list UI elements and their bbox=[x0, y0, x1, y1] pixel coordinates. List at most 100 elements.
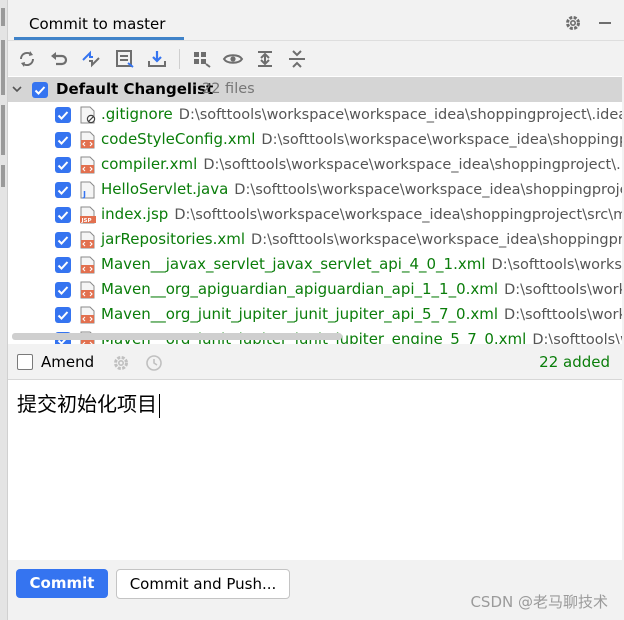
text-caret bbox=[159, 393, 160, 418]
file-name-text: jarRepositories.xml bbox=[101, 230, 246, 248]
file-row[interactable]: J HelloServlet.java D:\softtools\workspac… bbox=[8, 177, 622, 202]
file-row[interactable]: compiler.xml D:\softtools\workspace\works… bbox=[8, 152, 622, 177]
changelist-checkbox[interactable] bbox=[32, 82, 48, 98]
tab-underline bbox=[14, 37, 184, 40]
file-checkbox[interactable] bbox=[55, 132, 71, 148]
changelist-name: Default Changelist bbox=[56, 80, 214, 98]
file-checkbox[interactable] bbox=[55, 182, 71, 198]
minimize-icon[interactable] bbox=[596, 14, 614, 32]
file-path: D:\softtools\workspace\workspace_idea\sh… bbox=[178, 107, 622, 123]
file-name: compiler.xml D:\softtools\workspace\works… bbox=[101, 155, 622, 173]
xml-file-icon bbox=[80, 156, 96, 174]
file-row[interactable]: Maven__javax_servlet_javax_servlet_api_4… bbox=[8, 252, 622, 277]
collapse-all-icon[interactable] bbox=[286, 48, 308, 70]
file-checkbox[interactable] bbox=[55, 232, 71, 248]
file-path: D:\softtools\workspace\workspace_idea\sh… bbox=[234, 182, 622, 198]
commit-toolbar bbox=[8, 43, 624, 75]
show-diff-icon[interactable] bbox=[80, 48, 102, 70]
file-name-text: HelloServlet.java bbox=[101, 180, 229, 198]
file-name: Maven__javax_servlet_javax_servlet_api_4… bbox=[101, 255, 622, 273]
watermark: CSDN @老马聊技术 bbox=[470, 593, 608, 611]
changes-tree[interactable]: Default Changelist 22 files .gitignore D:… bbox=[8, 76, 622, 344]
file-name-text: Maven__org_apiguardian_apiguardian_api_1… bbox=[101, 280, 499, 298]
file-row[interactable]: Maven__org_apiguardian_apiguardian_api_1… bbox=[8, 277, 622, 302]
svg-text:J: J bbox=[82, 190, 86, 199]
file-row[interactable]: Maven__org_junit_jupiter_junit_jupiter_a… bbox=[8, 302, 622, 327]
history-clock-icon[interactable] bbox=[145, 354, 163, 376]
commit-message-editor[interactable]: 提交初始化项目 bbox=[8, 380, 622, 560]
expand-all-icon[interactable] bbox=[254, 48, 276, 70]
ignored-file-icon bbox=[80, 106, 96, 124]
file-checkbox[interactable] bbox=[55, 157, 71, 173]
amend-label[interactable]: Amend bbox=[41, 353, 94, 371]
tab-commit-to-master[interactable]: Commit to master bbox=[14, 6, 184, 40]
rollback-icon[interactable] bbox=[48, 48, 70, 70]
file-path: D:\softtools\workspace\workspace_idea bbox=[504, 282, 622, 298]
shelve-icon[interactable] bbox=[146, 48, 168, 70]
jsp-file-icon: JSP bbox=[80, 206, 96, 224]
settings-gear-icon[interactable] bbox=[112, 354, 130, 376]
tool-window-marker bbox=[1, 40, 5, 95]
eye-icon[interactable] bbox=[222, 48, 244, 70]
commit-message-value: 提交初始化项目 bbox=[17, 392, 157, 416]
changelist-icon[interactable] bbox=[114, 48, 136, 70]
commit-message-text[interactable]: 提交初始化项目 bbox=[17, 388, 160, 418]
file-path: D:\softtools\workspace\workspace_idea\sh… bbox=[203, 157, 622, 173]
file-row[interactable]: JSP index.jsp D:\softtools\workspace\work… bbox=[8, 202, 622, 227]
file-name: Maven__org_junit_jupiter_junit_jupiter_a… bbox=[101, 305, 622, 323]
commit-and-push-button[interactable]: Commit and Push... bbox=[116, 569, 290, 599]
amend-checkbox[interactable] bbox=[17, 354, 33, 370]
xml-file-icon bbox=[80, 281, 96, 299]
file-name: index.jsp D:\softtools\workspace\workspac… bbox=[101, 205, 622, 223]
file-checkbox[interactable] bbox=[55, 207, 71, 223]
tool-window-marker bbox=[1, 105, 5, 155]
file-name-text: index.jsp bbox=[101, 205, 169, 223]
gear-icon[interactable] bbox=[564, 14, 582, 32]
file-path: D:\softtools\workspace\workspace_idea\sh… bbox=[261, 132, 622, 148]
commit-button[interactable]: Commit bbox=[16, 569, 108, 598]
xml-file-icon bbox=[80, 256, 96, 274]
file-checkbox[interactable] bbox=[55, 257, 71, 273]
amend-bar: Amend 22 added bbox=[8, 346, 622, 380]
horizontal-scrollbar[interactable] bbox=[12, 333, 342, 340]
file-name: HelloServlet.java D:\softtools\workspace\… bbox=[101, 180, 622, 198]
file-checkbox[interactable] bbox=[55, 282, 71, 298]
changelist-row[interactable]: Default Changelist 22 files bbox=[8, 77, 622, 102]
file-name-text: Maven__org_junit_jupiter_junit_jupiter_a… bbox=[101, 305, 499, 323]
xml-file-icon bbox=[80, 306, 96, 324]
left-tool-strip[interactable] bbox=[0, 0, 8, 620]
commit-panel-header: Commit to master bbox=[8, 6, 624, 41]
file-name: codeStyleConfig.xml D:\softtools\workspac… bbox=[101, 130, 622, 148]
file-path: D:\softtools\workspace\workspace_idea\sh… bbox=[251, 232, 622, 248]
file-path: D:\softtools\workspace\workspace_idea bbox=[491, 257, 622, 273]
file-name: .gitignore D:\softtools\workspace\workspa… bbox=[101, 105, 622, 123]
changelist-count: 22 files bbox=[202, 81, 255, 97]
file-row[interactable]: codeStyleConfig.xml D:\softtools\workspac… bbox=[8, 127, 622, 152]
added-count: 22 added bbox=[539, 353, 610, 371]
file-path: D:\softtools\workspace\workspace_idea bbox=[532, 332, 622, 344]
file-row[interactable]: jarRepositories.xml D:\softtools\workspac… bbox=[8, 227, 622, 252]
java-file-icon: J bbox=[80, 181, 96, 199]
xml-file-icon bbox=[80, 231, 96, 249]
file-name: jarRepositories.xml D:\softtools\workspac… bbox=[101, 230, 622, 248]
file-row[interactable]: .gitignore D:\softtools\workspace\workspa… bbox=[8, 102, 622, 127]
file-name-text: .gitignore bbox=[101, 105, 173, 123]
chevron-down-icon[interactable] bbox=[11, 83, 23, 99]
refresh-icon[interactable] bbox=[16, 48, 38, 70]
file-path: D:\softtools\workspace\workspace_idea\sh… bbox=[174, 207, 622, 223]
file-checkbox[interactable] bbox=[55, 307, 71, 323]
svg-text:JSP: JSP bbox=[81, 218, 92, 224]
commit-footer: Commit Commit and Push... CSDN @老马聊技术 bbox=[8, 560, 624, 620]
tool-window-marker bbox=[1, 165, 5, 187]
file-name-text: codeStyleConfig.xml bbox=[101, 130, 256, 148]
file-path: D:\softtools\workspace\workspace_idea bbox=[504, 307, 622, 323]
xml-file-icon bbox=[80, 131, 96, 149]
tab-label: Commit to master bbox=[29, 15, 166, 33]
file-checkbox[interactable] bbox=[55, 107, 71, 123]
file-name-text: Maven__javax_servlet_javax_servlet_api_4… bbox=[101, 255, 486, 273]
file-name-text: compiler.xml bbox=[101, 155, 198, 173]
tool-window-marker bbox=[1, 8, 5, 26]
toolbar-separator bbox=[179, 49, 180, 69]
group-by-icon[interactable] bbox=[190, 48, 212, 70]
file-name: Maven__org_apiguardian_apiguardian_api_1… bbox=[101, 280, 622, 298]
